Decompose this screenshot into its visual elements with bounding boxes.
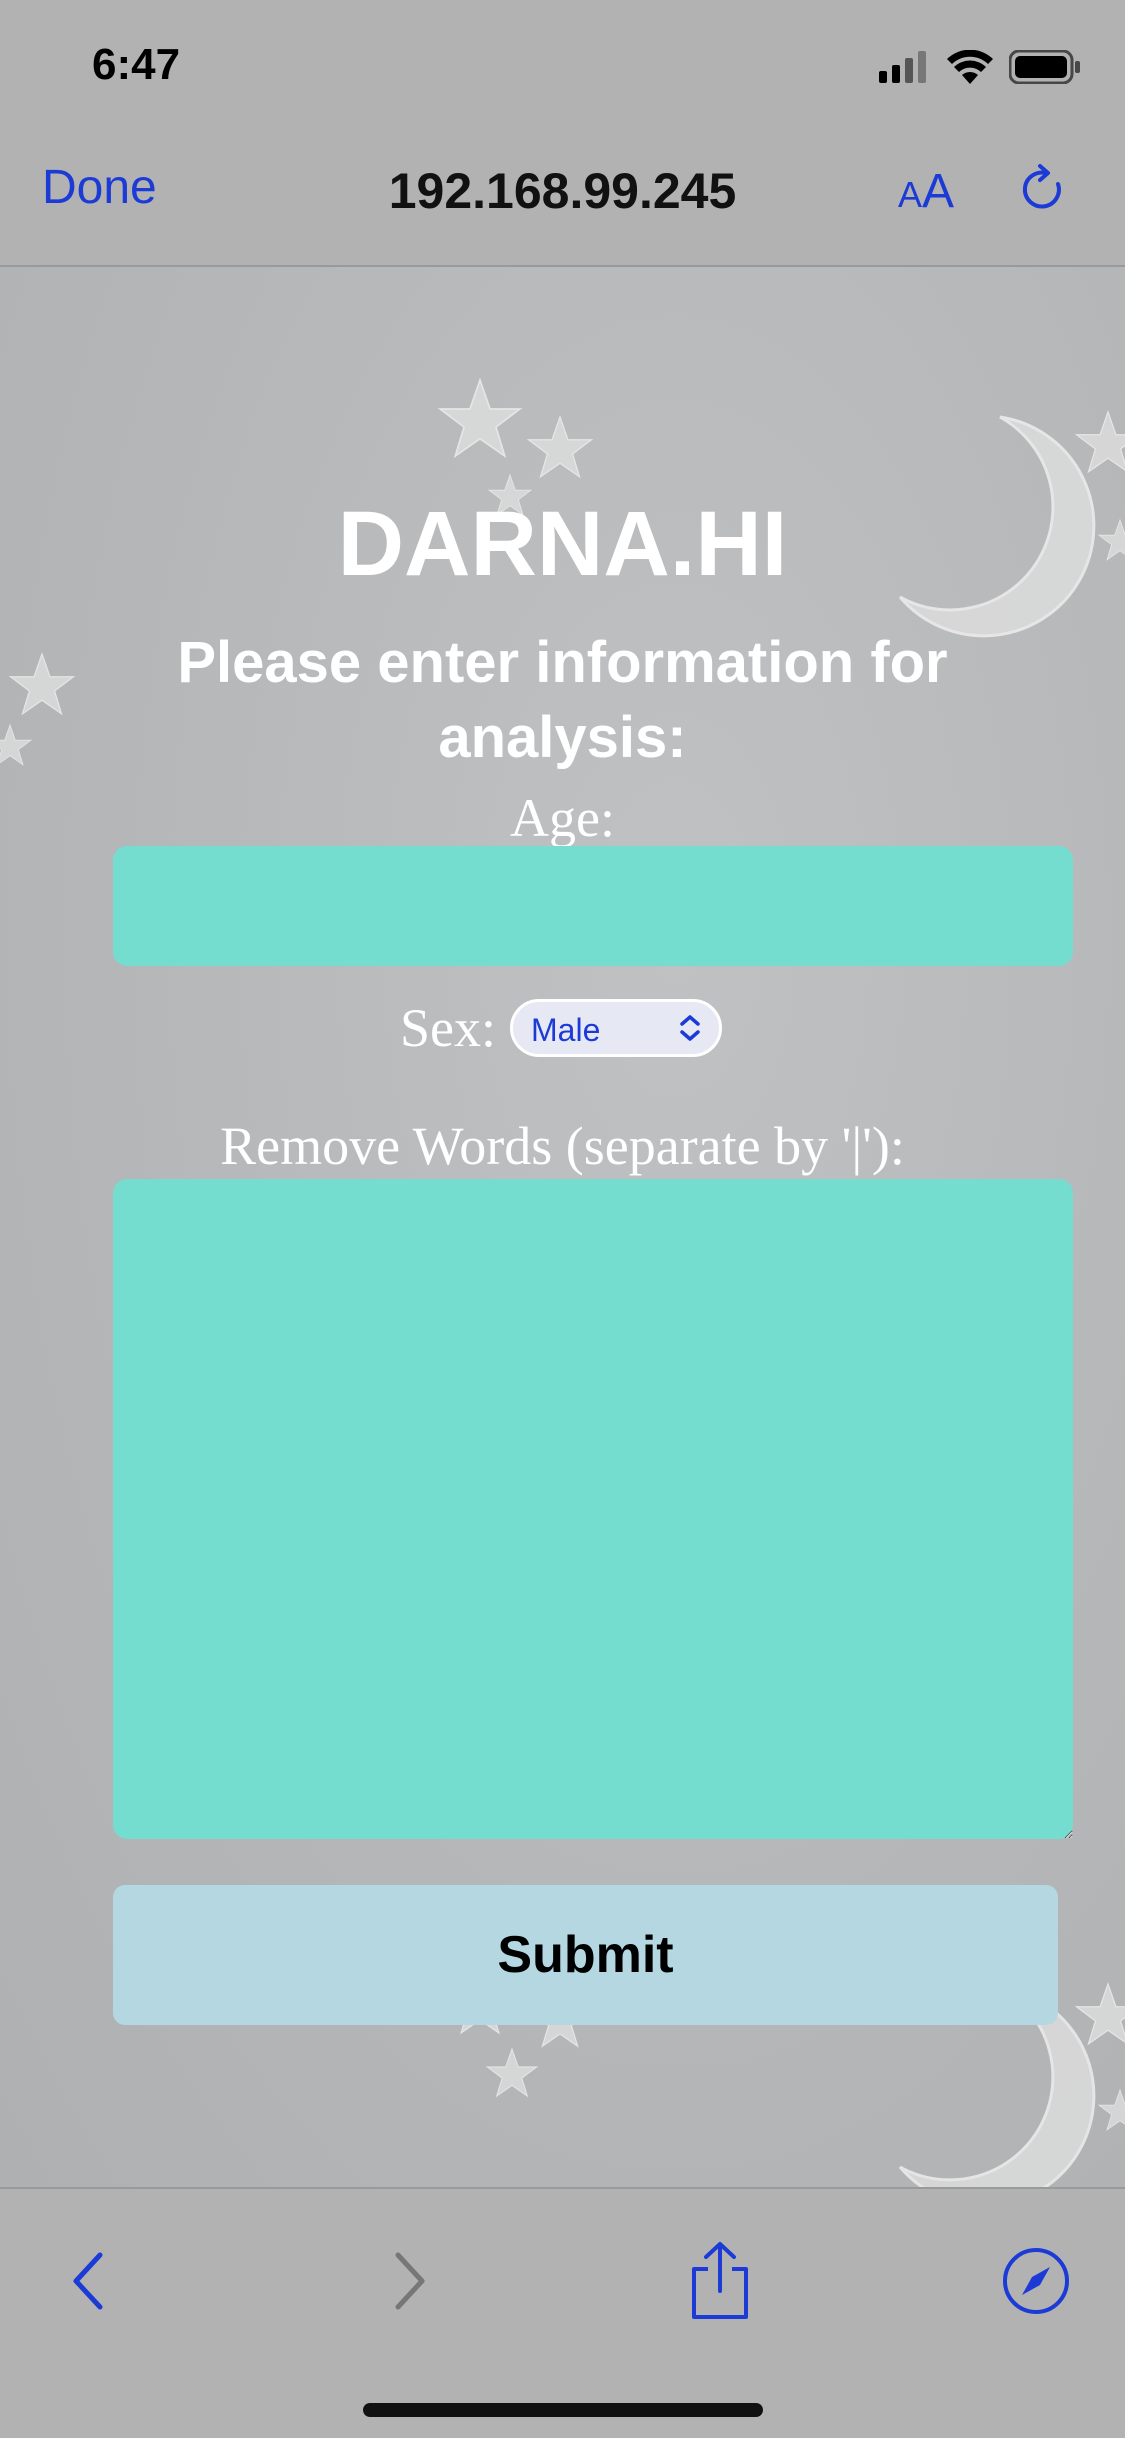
text-size-small-label: A	[898, 174, 923, 215]
back-icon[interactable]	[48, 2241, 128, 2321]
share-icon[interactable]	[680, 2241, 760, 2321]
age-input[interactable]	[113, 846, 1073, 966]
home-indicator	[363, 2403, 763, 2417]
web-page: DARNA.HI Please enter information for an…	[0, 267, 1125, 2187]
reload-icon[interactable]	[1016, 162, 1072, 218]
sex-select[interactable]: Male	[510, 999, 723, 1057]
text-size-large-label: A	[922, 165, 955, 218]
age-label: Age:	[510, 788, 615, 848]
page-title: DARNA.HI	[337, 493, 788, 595]
compass-icon[interactable]	[996, 2241, 1076, 2321]
remove-words-label: Remove Words (separate by '|'):	[220, 1116, 905, 1176]
forward-icon[interactable]	[370, 2241, 450, 2321]
bottom-toolbar	[0, 2187, 1125, 2438]
status-time: 6:47	[92, 40, 181, 89]
status-icons	[879, 50, 1081, 84]
select-chevron-icon	[680, 1015, 700, 1041]
instructions-heading: Please enter information for analysis:	[177, 630, 948, 770]
sex-selected-value: Male	[531, 1012, 601, 1048]
remove-words-textarea[interactable]	[113, 1179, 1073, 1839]
wifi-icon	[947, 50, 993, 84]
url-display[interactable]: 192.168.99.245	[0, 162, 1125, 220]
submit-button[interactable]: Submit	[113, 1885, 1058, 2025]
status-bar: 6:47	[0, 0, 1125, 132]
text-size-button[interactable]: AA	[898, 164, 954, 219]
browser-toolbar: Done 192.168.99.245 AA	[0, 132, 1125, 267]
sex-label: Sex:	[400, 998, 497, 1058]
cellular-signal-icon	[879, 51, 926, 83]
battery-icon	[1009, 50, 1080, 84]
sex-row: Sex: Male	[400, 997, 723, 1059]
